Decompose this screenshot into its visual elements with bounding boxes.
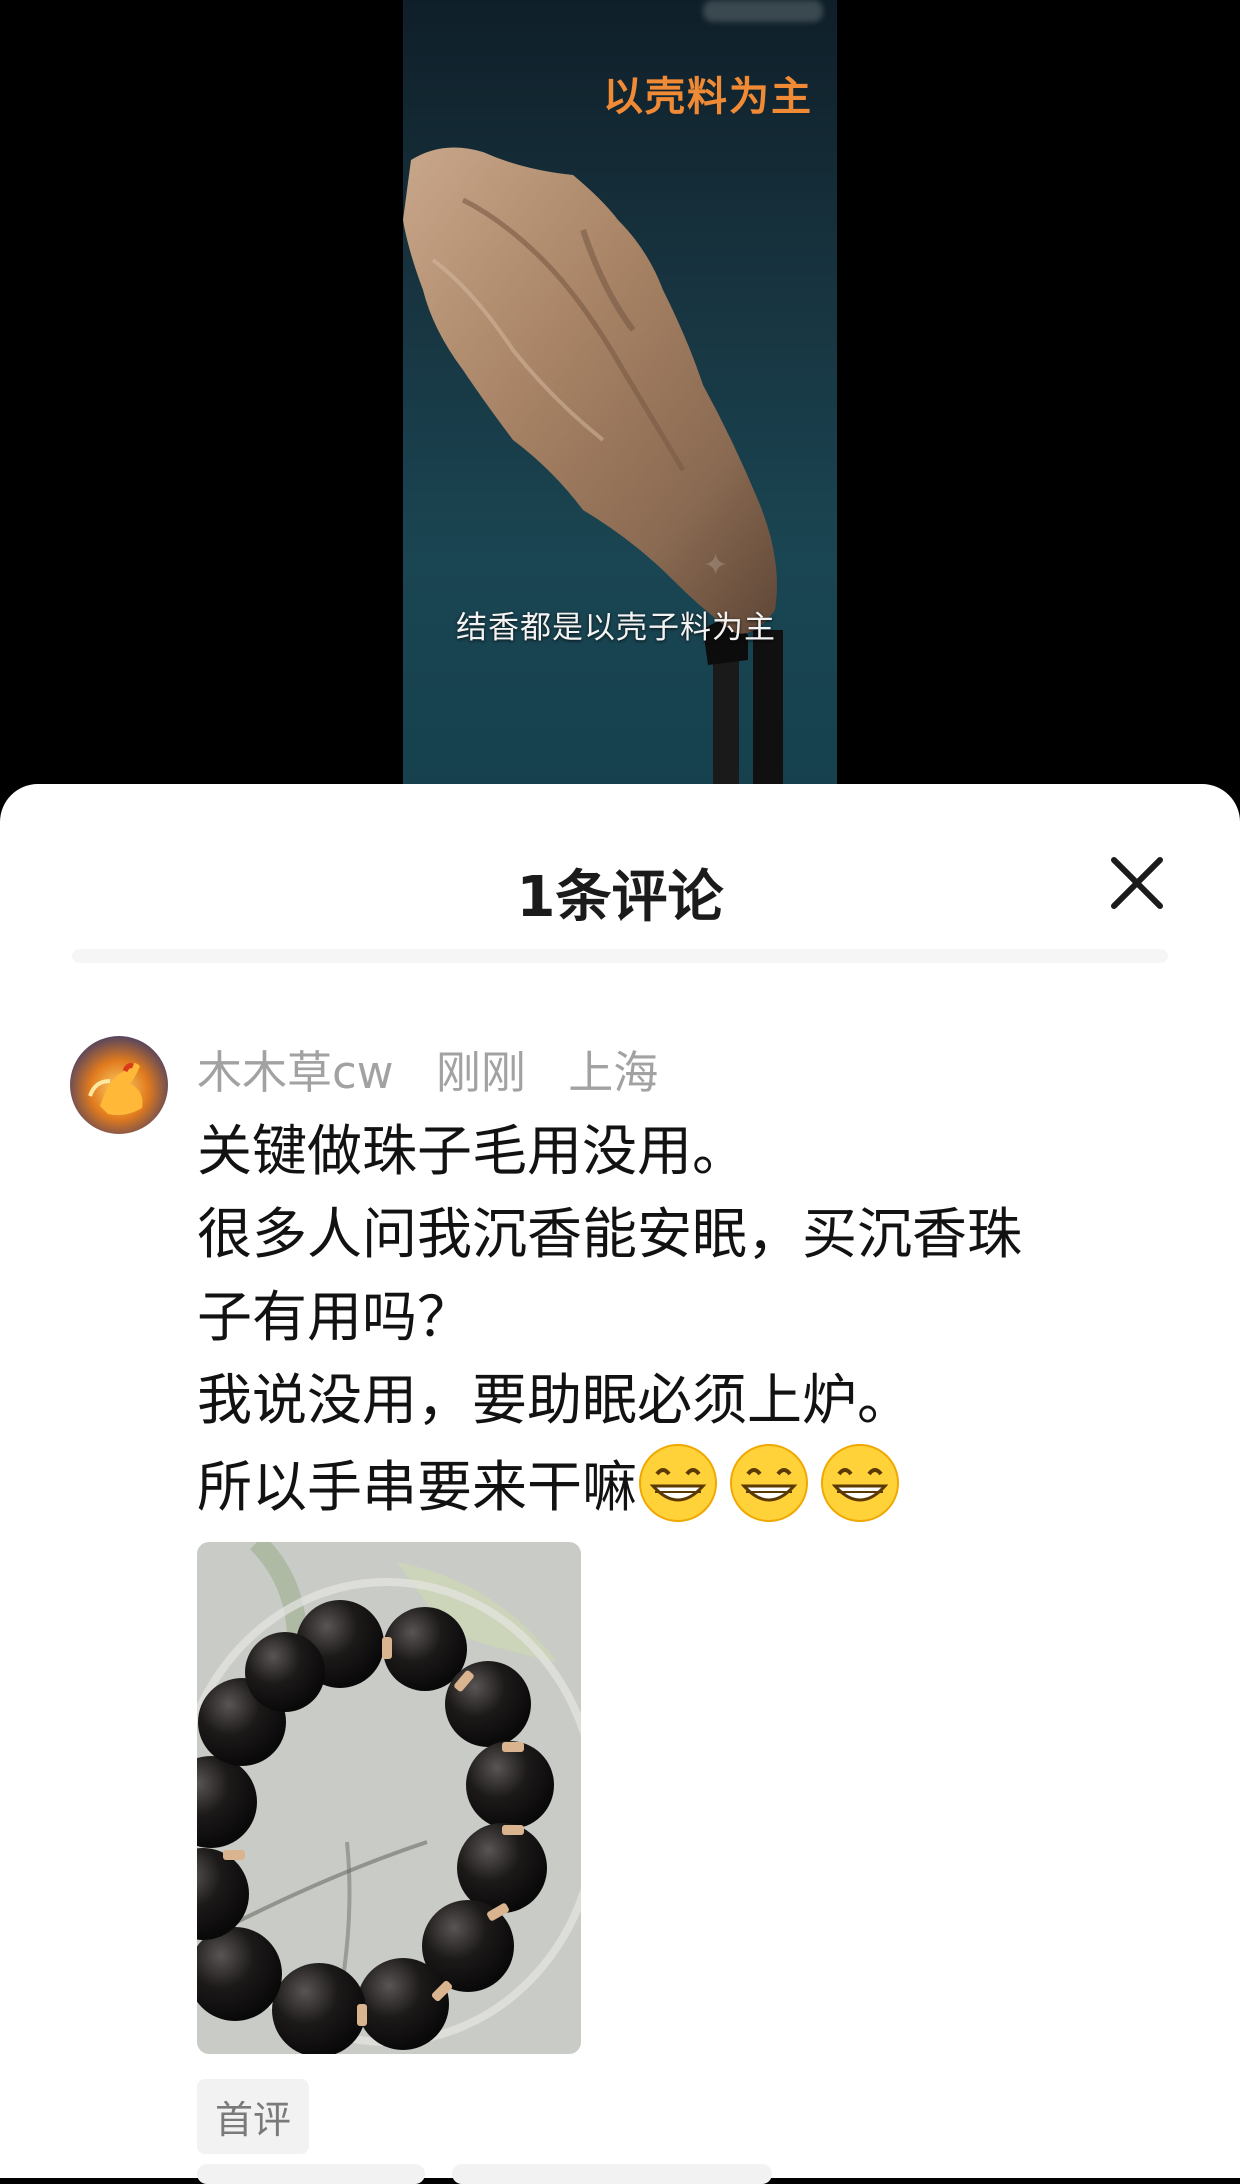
video-title: 以壳料为主 xyxy=(603,73,813,120)
comment-line: 很多人问我沉香能安眠，买沉香珠 xyxy=(197,1202,1023,1266)
comment-line: 关键做珠子毛用没用。 xyxy=(197,1119,748,1183)
header-divider xyxy=(72,949,1168,963)
grinning-face-emoji-icon xyxy=(639,1444,718,1522)
video-watermark: ✦ xyxy=(703,548,729,583)
next-comment-placeholder xyxy=(197,2164,425,2184)
close-icon xyxy=(1111,857,1163,909)
video-subtitle: 结香都是以壳子料为主 xyxy=(456,610,776,646)
video-player[interactable]: 以壳料为主 ✦ 结香都是以壳子料为主 xyxy=(0,0,1240,800)
agarwood-piece-image xyxy=(403,147,783,800)
comment-line: 子有用吗？ xyxy=(197,1285,473,1349)
rooster-avatar-icon xyxy=(70,1036,168,1134)
comment-location: 上海 xyxy=(568,1046,659,1099)
comment-meta: 木木草cw 刚刚 上海 xyxy=(197,1036,686,1101)
close-button[interactable] xyxy=(1108,854,1166,912)
comment-username[interactable]: 木木草cw xyxy=(197,1046,394,1099)
comment-line-last: 所以手串要来干嘛 xyxy=(197,1442,1157,1529)
grinning-face-emoji-icon xyxy=(821,1444,900,1522)
comment-sheet: 1条评论 木木草cw 刚刚 上海 关键做珠子毛用没用。 很多人问我沉香能安眠，买… xyxy=(0,784,1240,2184)
avatar[interactable] xyxy=(70,1036,168,1134)
comment-image[interactable] xyxy=(197,1542,581,2054)
grinning-face-emoji-icon xyxy=(730,1444,809,1522)
comment-time: 刚刚 xyxy=(435,1046,526,1099)
comment-line: 所以手串要来干嘛 xyxy=(197,1455,638,1519)
next-comment-placeholder xyxy=(452,2164,772,2184)
sheet-title: 1条评论 xyxy=(516,865,724,930)
comment-line: 我说没用，要助眠必须上炉。 xyxy=(197,1368,913,1432)
blurred-header xyxy=(703,0,823,22)
bead-bracelet-photo-icon xyxy=(197,1542,581,2054)
video-frame[interactable]: 以壳料为主 ✦ 结香都是以壳子料为主 xyxy=(403,0,837,800)
first-comment-badge: 首评 xyxy=(197,2079,310,2154)
comment-text[interactable]: 关键做珠子毛用没用。 很多人问我沉香能安眠，买沉香珠 子有用吗？ 我说没用，要助… xyxy=(197,1110,1157,1529)
